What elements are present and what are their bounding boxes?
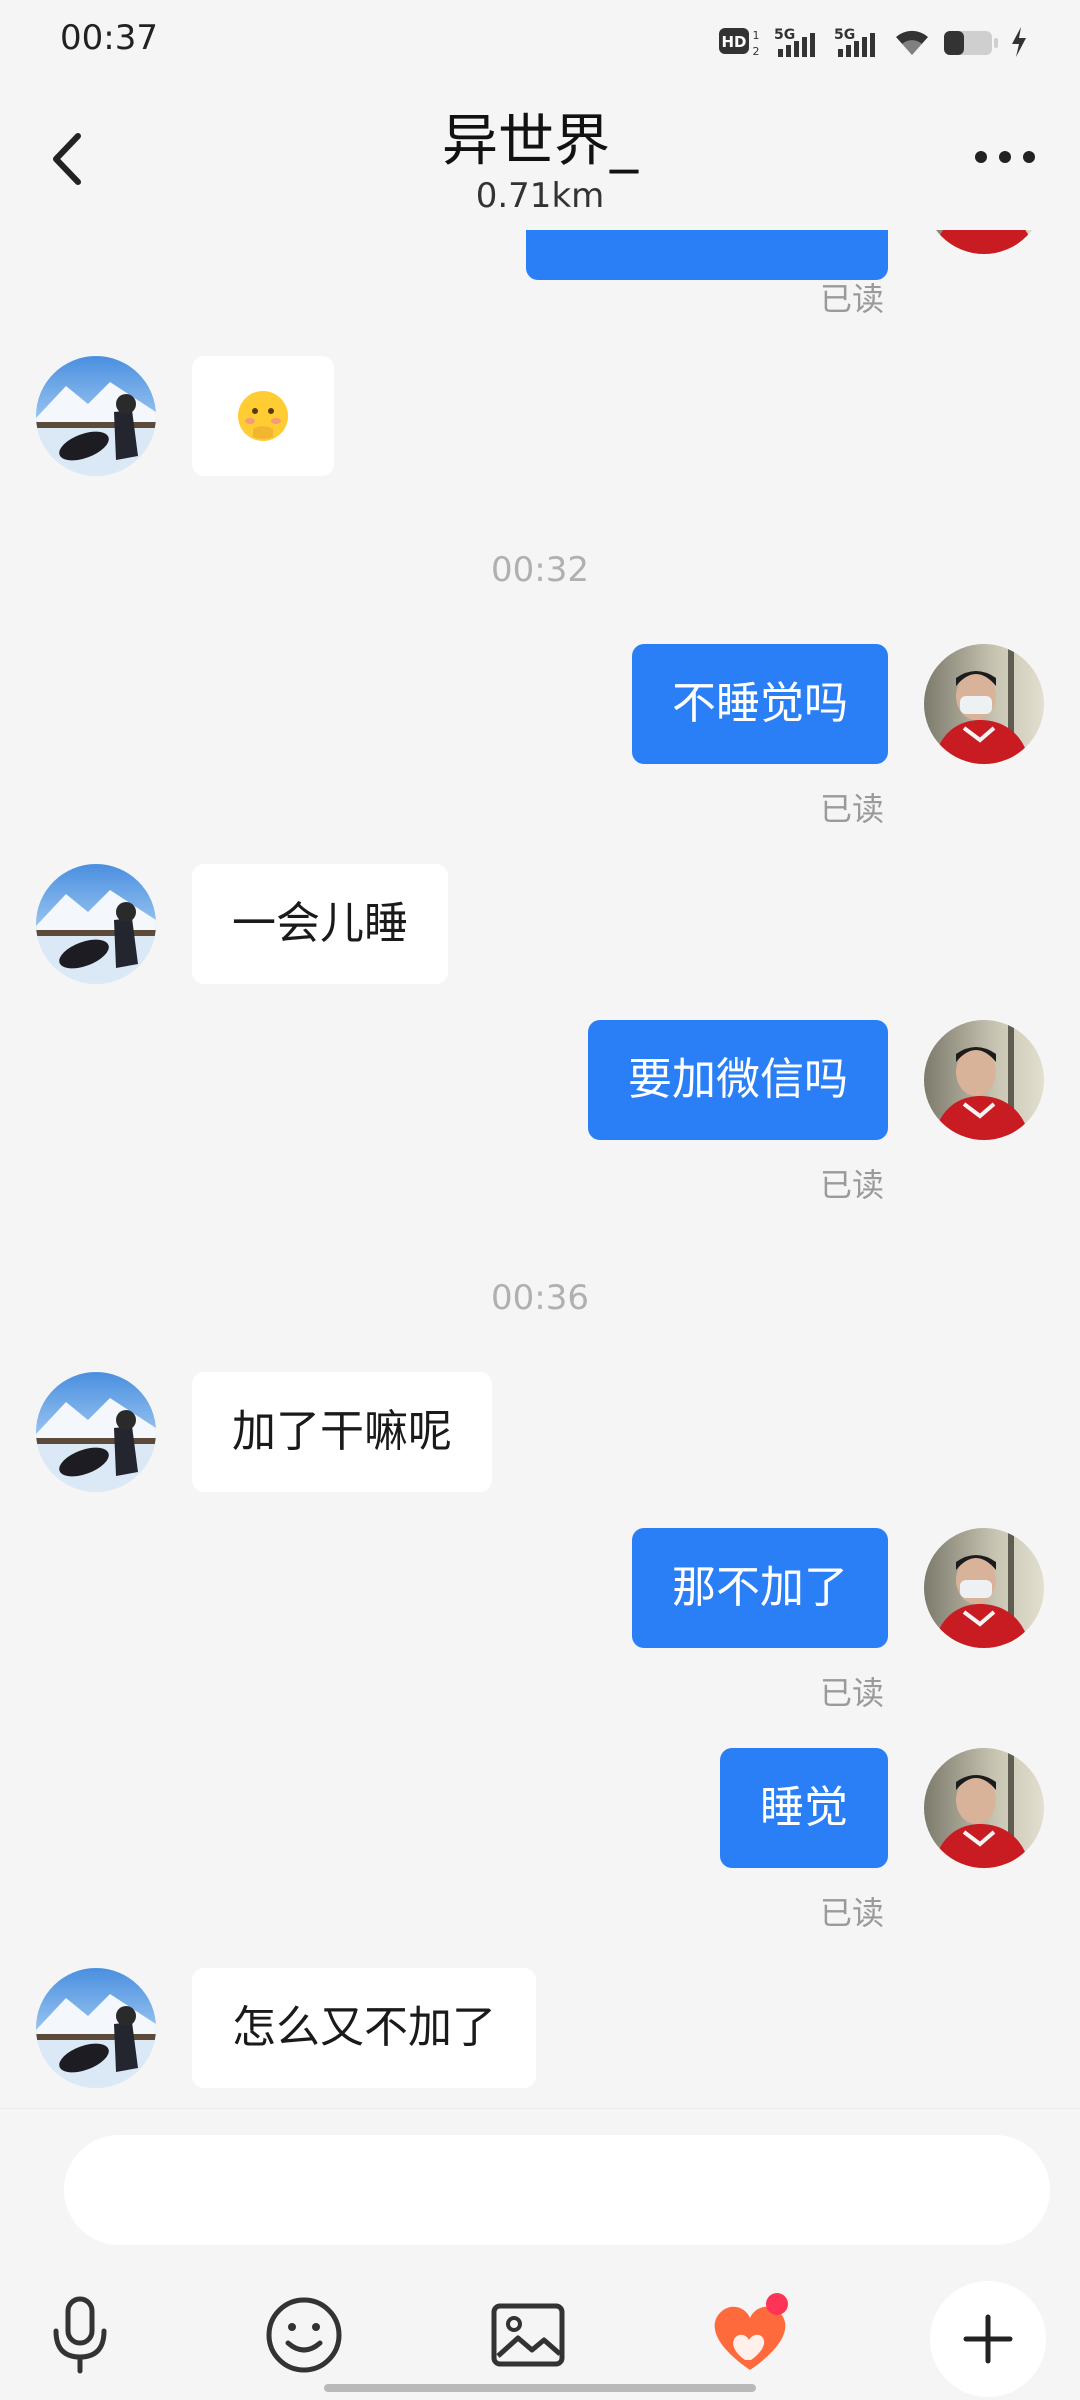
avatar-contact[interactable] <box>36 356 156 476</box>
heart-gift-icon <box>714 2293 788 2370</box>
5g-signal-icon: 5G <box>834 27 875 57</box>
image-button[interactable] <box>478 2285 578 2385</box>
composer <box>0 2108 1080 2400</box>
gift-button[interactable] <box>700 2285 800 2385</box>
avatar-self[interactable] <box>924 1020 1044 1140</box>
contact-distance: 0.71km <box>475 176 605 216</box>
home-indicator[interactable] <box>324 2384 756 2392</box>
avatar-self[interactable] <box>924 1528 1044 1648</box>
avatar-contact[interactable] <box>36 1968 156 2088</box>
message-bubble-outgoing[interactable]: 睡觉 <box>720 1748 888 1868</box>
battery-icon <box>944 31 998 55</box>
message-bubble-outgoing[interactable]: 那不加了 <box>632 1528 888 1648</box>
avatar-contact[interactable] <box>36 864 156 984</box>
chat-header: 异世界_ 0.71km <box>0 80 1080 230</box>
wifi-icon <box>896 30 928 55</box>
message-bubble-incoming[interactable]: 怎么又不加了 <box>192 1968 536 2088</box>
svg-text:2: 2 <box>753 45 760 58</box>
more-tools-button[interactable] <box>930 2281 1046 2397</box>
message-bubble-incoming[interactable]: 加了干嘛呢 <box>192 1372 492 1492</box>
message-timestamp: 00:32 <box>491 550 589 590</box>
more-dots-icon <box>975 151 1035 163</box>
hand-over-mouth-emoji-icon <box>238 391 288 441</box>
message-bubble-outgoing[interactable]: 不睡觉吗 <box>632 644 888 764</box>
avatar-contact[interactable] <box>36 1372 156 1492</box>
read-receipt: 已读 <box>819 280 884 318</box>
message-bubble-outgoing[interactable] <box>526 230 888 280</box>
5g-signal-icon: 5G <box>774 27 815 57</box>
message-input[interactable] <box>64 2135 1050 2245</box>
read-receipt: 已读 <box>819 1894 884 1932</box>
svg-text:1: 1 <box>753 29 760 42</box>
voice-button[interactable] <box>30 2285 130 2385</box>
avatar-self[interactable] <box>924 644 1044 764</box>
read-receipt: 已读 <box>819 1166 884 1204</box>
svg-text:HD: HD <box>721 33 746 51</box>
emoji-button[interactable] <box>254 2285 354 2385</box>
image-icon <box>491 2303 565 2367</box>
hd-icon: HD 1 2 <box>719 28 760 58</box>
message-list[interactable]: 已读 00:32 不睡觉吗 已读 一会儿睡 要加微信吗 已读 00:36 加了干… <box>0 230 1080 2110</box>
read-receipt: 已读 <box>819 1674 884 1712</box>
svg-text:5G: 5G <box>774 27 795 43</box>
message-bubble-incoming[interactable] <box>192 356 334 476</box>
charging-icon <box>1012 27 1026 57</box>
message-timestamp: 00:36 <box>491 1278 589 1318</box>
message-bubble-incoming[interactable]: 一会儿睡 <box>192 864 448 984</box>
status-bar: 00:37 HD 1 2 5G 5G <box>0 0 1080 80</box>
svg-text:5G: 5G <box>834 27 855 43</box>
status-time: 00:37 <box>60 18 158 58</box>
message-bubble-outgoing[interactable]: 要加微信吗 <box>588 1020 888 1140</box>
microphone-icon <box>53 2296 107 2374</box>
emoji-icon <box>266 2297 342 2373</box>
read-receipt: 已读 <box>819 790 884 828</box>
more-options-button[interactable] <box>970 142 1040 172</box>
status-icons: HD 1 2 5G 5G <box>718 22 1028 62</box>
avatar-self[interactable] <box>924 230 1044 254</box>
plus-icon <box>963 2314 1013 2364</box>
avatar-self[interactable] <box>924 1748 1044 1868</box>
contact-name: 异世界_ <box>442 109 638 174</box>
